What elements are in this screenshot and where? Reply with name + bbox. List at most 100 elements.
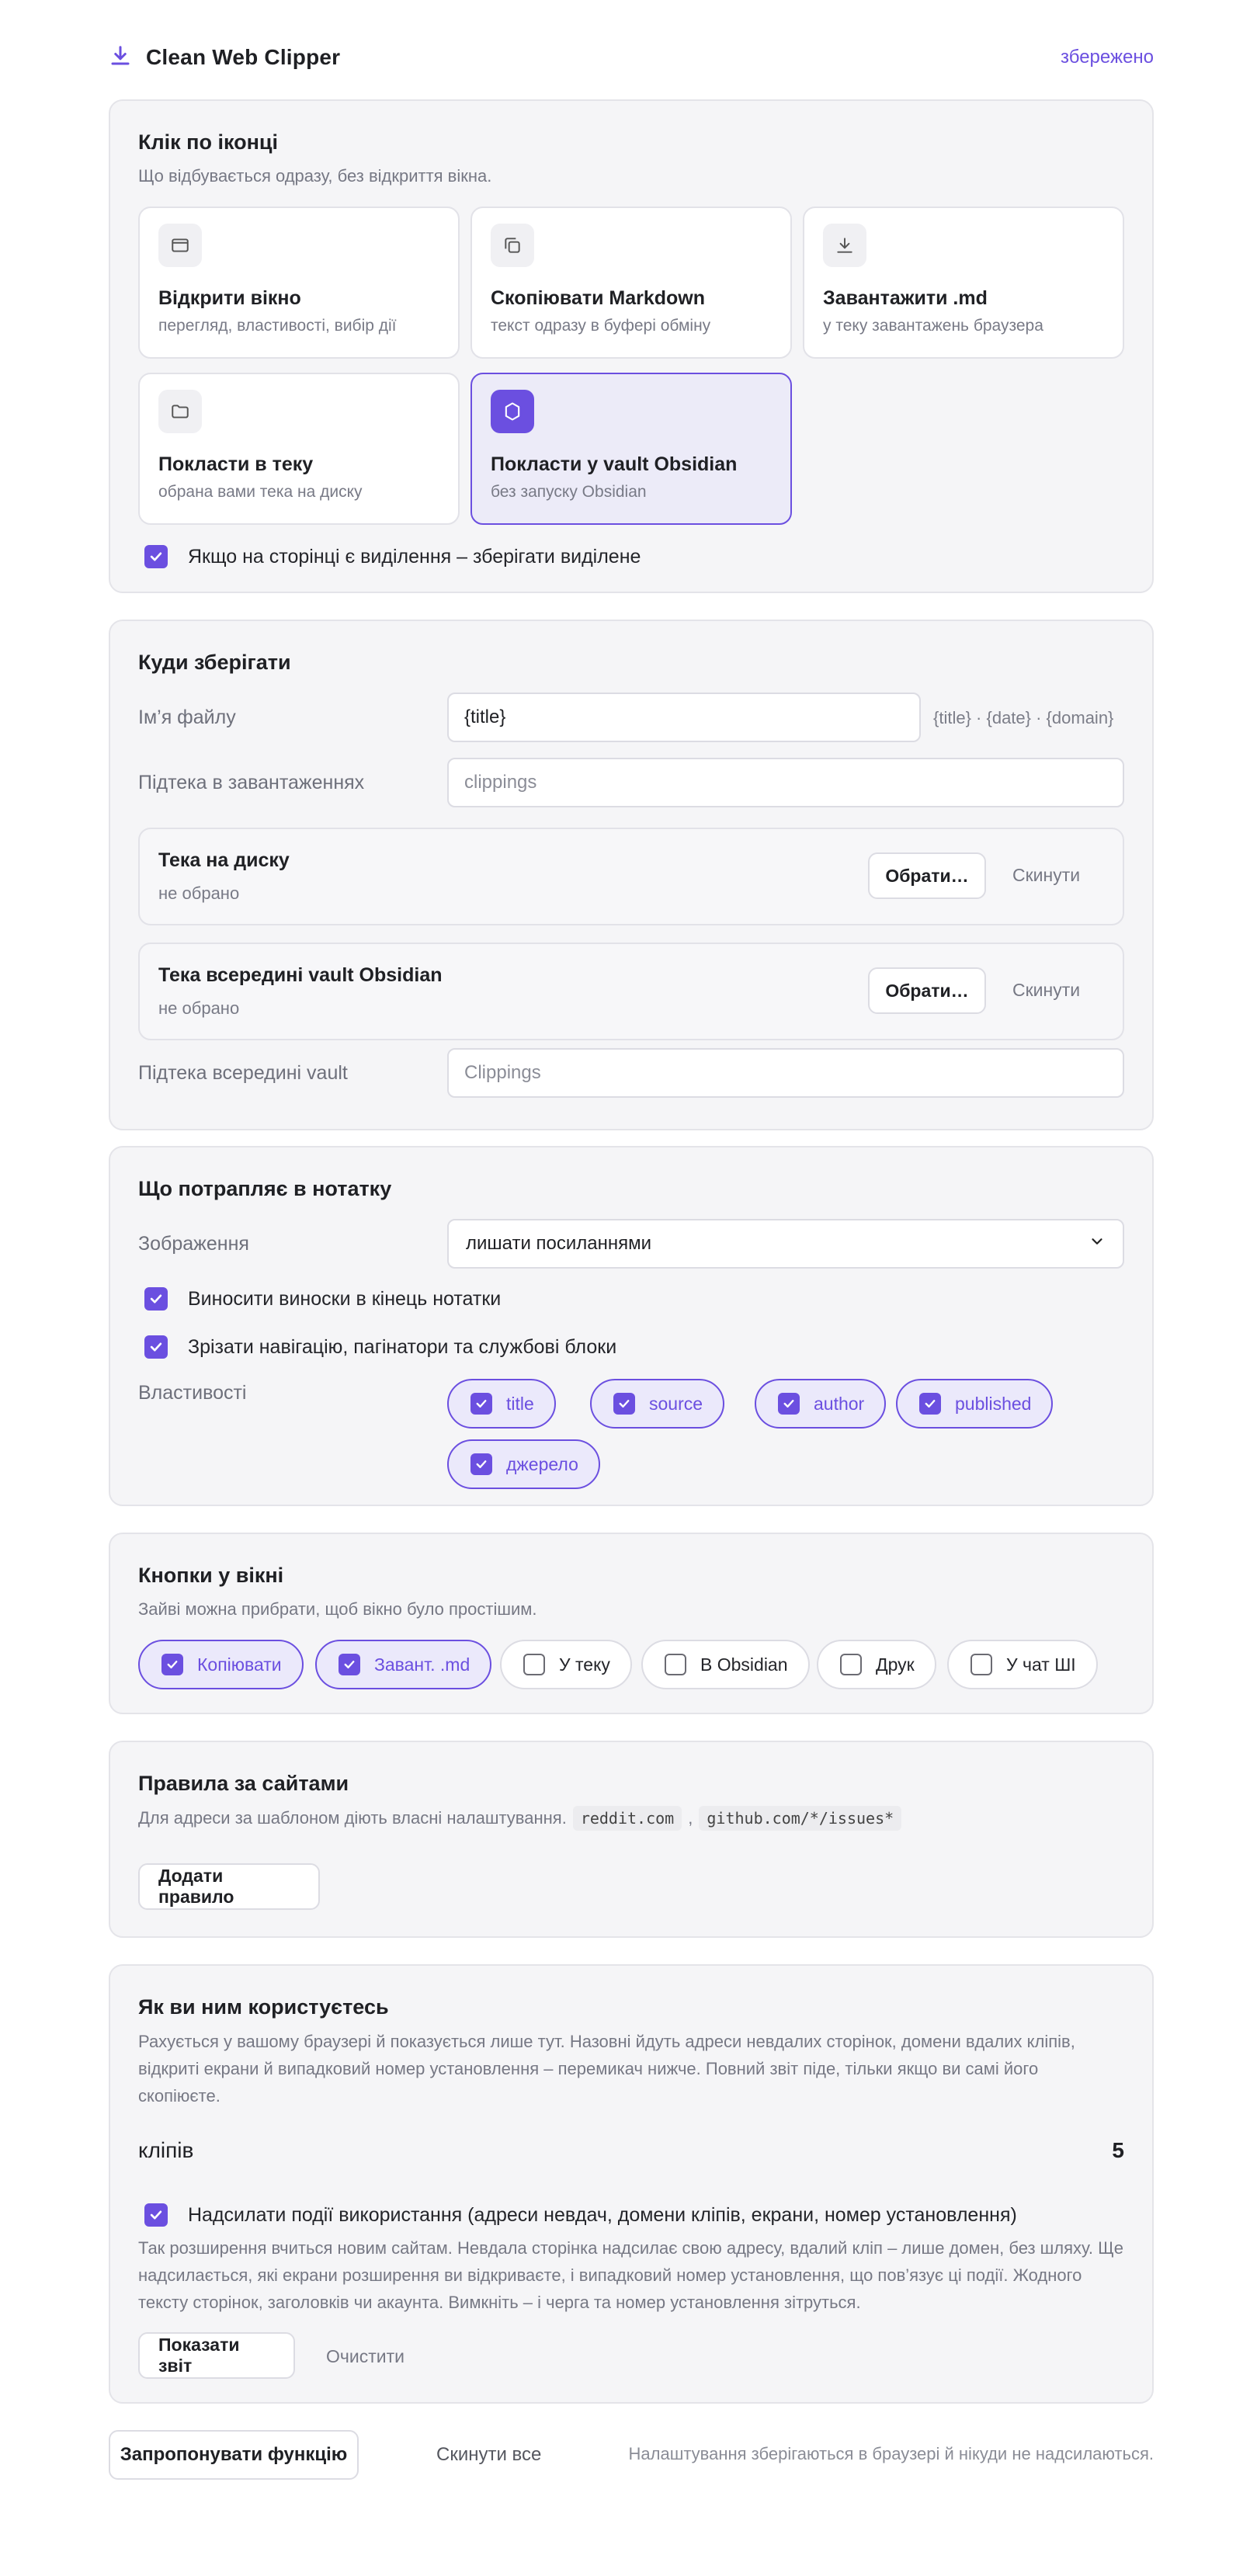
header: Clean Web Clipper збережено: [109, 40, 1154, 75]
downloads-subfolder-label: Підтека в завантаженнях: [138, 772, 365, 793]
checkbox-checked-icon[interactable]: [144, 1335, 168, 1359]
choose-disk-folder-button[interactable]: Обрати…: [868, 852, 986, 899]
filename-hint: {title} · {date} · {domain}: [933, 708, 1114, 727]
action-title: Скопіювати Markdown: [491, 287, 706, 309]
window-icon: [158, 224, 202, 267]
rule-example: github.com/*/issues*: [699, 1806, 902, 1831]
checkbox-label: Надсилати події використання (адреси нев…: [188, 2203, 1017, 2226]
property-chip-title[interactable]: title: [447, 1379, 556, 1429]
section-subtitle: Для адреси за шаблоном діють власні нала…: [138, 1808, 567, 1828]
copy-icon: [491, 224, 534, 267]
cut-nav-checkbox-row[interactable]: Зрізати навігацію, пагінатори та службов…: [144, 1335, 616, 1359]
vault-subfolder-label: Підтека всередині vault: [138, 1062, 348, 1084]
action-save-obsidian[interactable]: Покласти у vault Obsidian без запуску Ob…: [470, 373, 792, 525]
show-report-button[interactable]: Показати звіт: [138, 2332, 295, 2379]
action-desc: текст одразу в буфері обміну: [491, 317, 711, 335]
button-chip-download[interactable]: Завант. .md: [315, 1640, 492, 1689]
suggest-feature-button[interactable]: Запропонувати функцію: [109, 2430, 359, 2480]
usage-description: Рахується у вашому браузері й показуєтьс…: [138, 2032, 1075, 2106]
vault-folder-row: Тека всередині vault Obsidian не обрано …: [138, 943, 1124, 1040]
site-rules-card: Правила за сайтами Для адреси за шаблоно…: [109, 1741, 1154, 1938]
download-logo-icon: [109, 44, 132, 71]
click-action-card: Клік по іконці Що відбувається одразу, б…: [109, 99, 1154, 593]
chevron-down-icon: [1089, 1233, 1106, 1255]
footer-note: Налаштування зберігаються в браузері й н…: [628, 2444, 1155, 2463]
vault-subfolder-input[interactable]: Clippings: [447, 1048, 1124, 1098]
button-chip-copy[interactable]: Копіювати: [138, 1640, 304, 1689]
button-chip-print[interactable]: Друк: [817, 1640, 936, 1689]
action-copy-markdown[interactable]: Скопіювати Markdown текст одразу в буфер…: [470, 207, 792, 359]
action-desc: у теку завантажень браузера: [823, 317, 1043, 335]
section-title: Що потрапляє в нотатку: [138, 1177, 392, 1200]
checkbox-checked-icon: [470, 1393, 492, 1415]
action-open-window[interactable]: Відкрити вікно перегляд, властивості, ви…: [138, 207, 460, 359]
selection-checkbox-row[interactable]: Якщо на сторінці є виділення – зберігати…: [144, 545, 641, 568]
downloads-subfolder-input[interactable]: clippings: [447, 758, 1124, 807]
action-desc: без запуску Obsidian: [491, 483, 647, 501]
chip-label: Друк: [876, 1654, 915, 1675]
action-desc: обрана вами тека на диску: [158, 483, 363, 501]
action-download-md[interactable]: Завантажити .md у теку завантажень брауз…: [803, 207, 1124, 359]
telemetry-description: Так розширення вчиться новим сайтам. Нев…: [138, 2238, 1123, 2312]
action-title: Відкрити вікно: [158, 287, 301, 309]
chip-label: title: [506, 1393, 534, 1414]
button-chip-obsidian[interactable]: В Obsidian: [641, 1640, 810, 1689]
checkbox-checked-icon: [919, 1393, 941, 1415]
stat-label: кліпів: [138, 2138, 194, 2162]
obsidian-icon: [491, 390, 534, 433]
section-title: Куди зберігати: [138, 651, 291, 674]
section-title: Кнопки у вікні: [138, 1564, 284, 1587]
checkbox-checked-icon[interactable]: [144, 1287, 168, 1311]
filename-input[interactable]: {title}: [447, 693, 921, 742]
checkbox-label: Зрізати навігацію, пагінатори та службов…: [188, 1335, 617, 1358]
checkbox-checked-icon: [339, 1654, 360, 1675]
save-location-card: Куди зберігати Ім’я файлу {title} {title…: [109, 620, 1154, 1130]
vault-folder-value: не обрано: [158, 998, 240, 1018]
folder-icon: [158, 390, 202, 433]
vault-folder-title: Тека всередині vault Obsidian: [158, 964, 443, 986]
reset-disk-folder-button[interactable]: Скинути: [1012, 865, 1080, 886]
disk-folder-value: не обрано: [158, 884, 240, 903]
checkbox-checked-icon: [613, 1393, 635, 1415]
disk-folder-title: Тека на диску: [158, 849, 290, 871]
checkbox-checked-icon[interactable]: [144, 2203, 168, 2227]
chip-label: Копіювати: [197, 1654, 282, 1675]
images-select[interactable]: лишати посиланнями: [447, 1219, 1124, 1269]
section-subtitle: Що відбувається одразу, без відкриття ві…: [138, 166, 492, 186]
properties-label: Властивості: [138, 1382, 247, 1404]
reset-all-button[interactable]: Скинути все: [436, 2444, 541, 2466]
choose-vault-folder-button[interactable]: Обрати…: [868, 967, 986, 1014]
telemetry-checkbox-row[interactable]: Надсилати події використання (адреси нев…: [144, 2203, 1017, 2227]
button-chip-folder[interactable]: У теку: [500, 1640, 632, 1689]
separator: ,: [688, 1808, 693, 1828]
checkbox-label: Якщо на сторінці є виділення – зберігати…: [188, 545, 641, 568]
checkbox-checked-icon[interactable]: [144, 545, 168, 568]
chip-label: author: [814, 1393, 865, 1414]
stat-value: 5: [1112, 2138, 1124, 2162]
clear-button[interactable]: Очистити: [326, 2346, 405, 2367]
checkbox-unchecked-icon: [523, 1654, 545, 1675]
property-chip-dzherelo[interactable]: джерело: [447, 1439, 600, 1489]
section-subtitle: Зайві можна прибрати, щоб вікно було про…: [138, 1599, 537, 1619]
brand: Clean Web Clipper: [109, 44, 340, 71]
action-save-folder[interactable]: Покласти в теку обрана вами тека на диск…: [138, 373, 460, 525]
images-select-value: лишати посиланнями: [466, 1233, 652, 1254]
action-title: Завантажити .md: [823, 287, 988, 309]
settings-page: Clean Web Clipper збережено Клік по ікон…: [0, 0, 1250, 2576]
property-chip-published[interactable]: published: [896, 1379, 1054, 1429]
footnotes-checkbox-row[interactable]: Виносити виноски в кінець нотатки: [144, 1287, 501, 1311]
property-chip-source[interactable]: source: [590, 1379, 725, 1429]
rules-subtitle-row: Для адреси за шаблоном діють власні нала…: [138, 1806, 902, 1831]
checkbox-label: Виносити виноски в кінець нотатки: [188, 1287, 502, 1310]
add-rule-button[interactable]: Додати правило: [138, 1863, 320, 1910]
rule-example: reddit.com: [572, 1806, 682, 1831]
reset-vault-folder-button[interactable]: Скинути: [1012, 980, 1080, 1001]
chip-label: У чат ШІ: [1006, 1654, 1076, 1675]
checkbox-checked-icon: [778, 1393, 800, 1415]
button-chip-ai-chat[interactable]: У чат ШІ: [947, 1640, 1098, 1689]
save-status: збережено: [1061, 47, 1154, 68]
disk-folder-row: Тека на диску не обрано Обрати… Скинути: [138, 828, 1124, 925]
checkbox-unchecked-icon: [970, 1654, 992, 1675]
chip-label: source: [649, 1393, 703, 1414]
property-chip-author[interactable]: author: [755, 1379, 887, 1429]
